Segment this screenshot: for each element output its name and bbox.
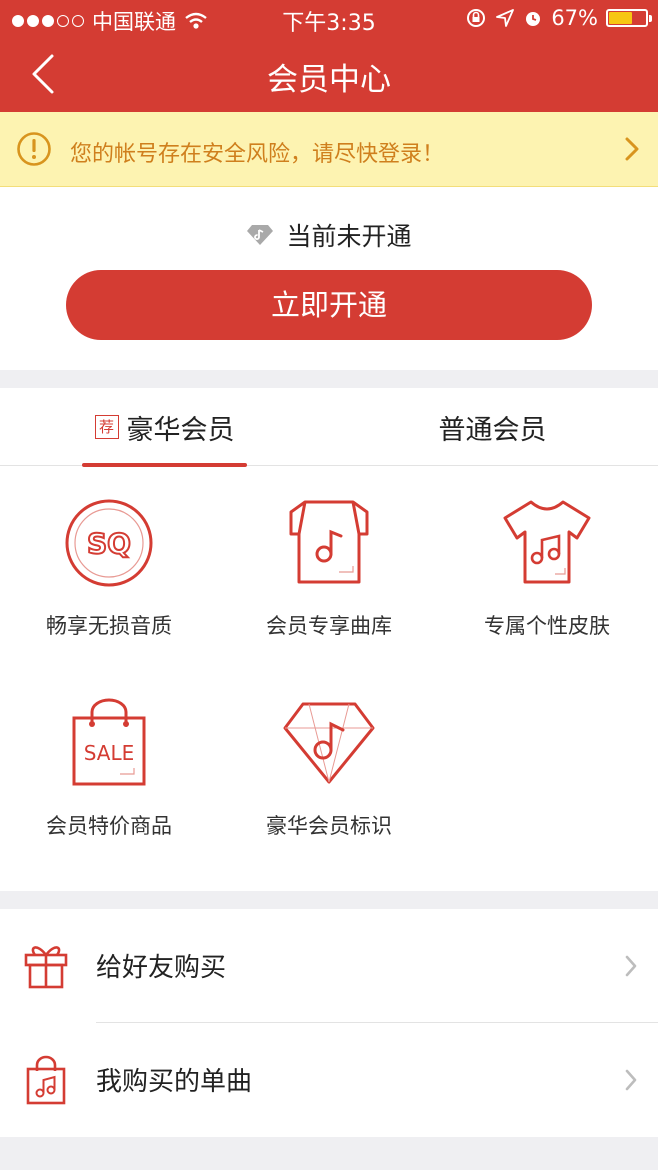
benefit-label: 会员特价商品 — [46, 814, 172, 838]
tab-label: 普通会员 — [438, 414, 547, 446]
music-bag-icon — [26, 1055, 66, 1105]
open-membership-button[interactable]: 立即开通 — [66, 270, 592, 340]
purchase-list: 给好友购买 我购买的单曲 — [0, 909, 658, 1137]
list-item-purchased-songs[interactable]: 我购买的单曲 — [0, 1023, 658, 1136]
benefit-label: 专属个性皮肤 — [484, 614, 610, 638]
member-tabs: 荐 豪华会员 普通会员 — [0, 388, 658, 467]
list-item-buy-for-friend[interactable]: 给好友购买 — [0, 909, 658, 1023]
list-item-label: 给好友购买 — [96, 953, 227, 983]
chevron-right-icon — [625, 137, 639, 161]
sale-icon-text: SALE — [84, 741, 135, 765]
benefit-exclusive-library[interactable]: 会员专享曲库 — [229, 498, 429, 640]
security-warning-banner[interactable]: 您的帐号存在安全风险，请尽快登录！ — [0, 112, 658, 187]
sq-icon-text: SQ — [87, 527, 131, 560]
nav-bar: 会员中心 — [0, 36, 658, 112]
benefit-member-discount[interactable]: SALE 会员特价商品 — [9, 698, 209, 840]
gift-icon — [24, 946, 68, 989]
status-bar: 中国联通 下午3:35 67% — [0, 0, 658, 36]
rotation-lock-icon — [467, 9, 486, 27]
battery-percent: 67% — [551, 6, 598, 30]
alarm-icon — [526, 12, 541, 26]
benefit-lossless-quality[interactable]: SQ 畅享无损音质 — [9, 498, 209, 640]
benefit-label: 畅享无损音质 — [46, 614, 172, 638]
exclamation-circle-icon — [17, 132, 51, 166]
recommend-badge: 荐 — [94, 415, 119, 439]
benefit-deluxe-badge[interactable]: 豪华会员标识 — [229, 698, 429, 840]
benefit-label: 豪华会员标识 — [266, 814, 392, 838]
page-title: 会员中心 — [267, 62, 391, 98]
tab-deluxe-member[interactable]: 荐 豪华会员 — [82, 388, 247, 467]
list-item-label: 我购买的单曲 — [96, 1067, 253, 1097]
tab-label: 豪华会员 — [126, 414, 235, 446]
membership-status: 当前未开通 — [0, 217, 658, 253]
membership-status-text: 当前未开通 — [286, 222, 412, 251]
battery-icon — [606, 9, 652, 27]
benefits-card: 荐 豪华会员 普通会员 SQ 畅享无损音质 会员专享曲库 专属个性皮肤 SALE… — [0, 388, 658, 891]
chevron-right-icon — [625, 955, 637, 977]
chevron-right-icon — [625, 1069, 637, 1091]
diamond-badge-icon — [283, 702, 375, 784]
benefit-exclusive-skin[interactable]: 专属个性皮肤 — [447, 498, 647, 640]
tab-regular-member[interactable]: 普通会员 — [410, 388, 575, 466]
gray-diamond-icon — [247, 225, 274, 245]
tshirt-skin-icon — [503, 500, 591, 584]
active-tab-indicator — [82, 463, 247, 467]
membership-status-card: 当前未开通 立即开通 — [0, 187, 658, 370]
location-icon — [496, 9, 515, 27]
music-library-icon — [289, 500, 369, 584]
benefit-label: 会员专享曲库 — [266, 614, 392, 638]
sq-quality-icon: SQ — [65, 499, 153, 587]
warning-text: 您的帐号存在安全风险，请尽快登录！ — [70, 142, 445, 167]
sale-bag-icon: SALE — [72, 698, 146, 786]
